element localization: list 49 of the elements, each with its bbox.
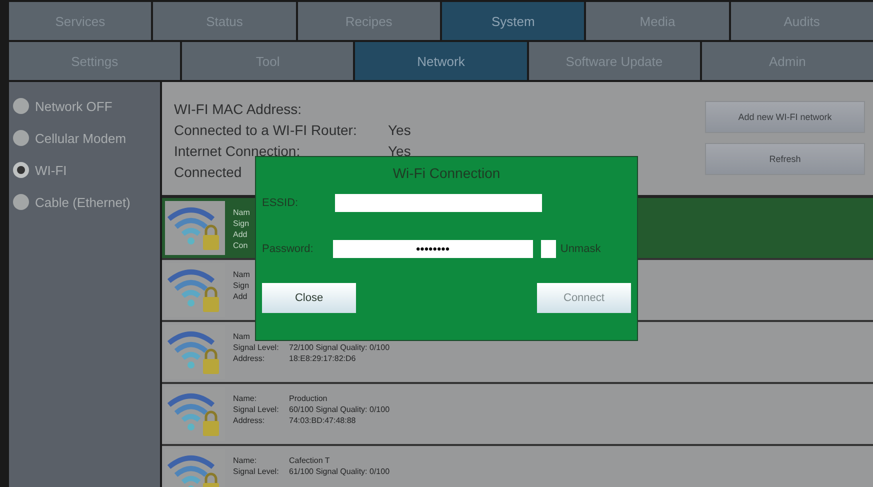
network-field-label: Address: — [233, 354, 266, 363]
network-field-label: Nam — [233, 270, 250, 279]
network-field-label: Sign — [233, 281, 250, 290]
network-field-value: 74:03:BD:47:48:88 — [289, 416, 356, 425]
network-field-label: Nam — [233, 208, 250, 217]
unmask-checkbox[interactable] — [540, 240, 556, 258]
info-label: Internet Connection: — [174, 142, 302, 158]
network-field-label: Add — [233, 230, 248, 239]
network-field-label: Signal Level: — [233, 343, 280, 352]
info-label: WI-FI MAC Address: — [174, 100, 303, 116]
network-field-label: Signal Level: — [233, 467, 280, 476]
network-field-label: Signal Level: — [233, 405, 280, 414]
info-value: Yes — [388, 142, 411, 158]
radio-button[interactable] — [13, 130, 29, 146]
main-tab[interactable]: System — [442, 2, 584, 40]
network-field-value: Cafection T — [289, 456, 330, 465]
network-field-value: Production — [289, 394, 328, 403]
network-field-label: Sign — [233, 219, 250, 228]
radio-label: Cable (Ethernet) — [35, 194, 130, 210]
network-field-value: 61/100 Signal Quality: 0/100 — [289, 467, 390, 476]
network-field-value: 72/100 Signal Quality: 0/100 — [289, 343, 390, 352]
network-field-label: Name: — [233, 394, 258, 403]
checkbox-label: Unmask — [560, 243, 602, 255]
field-label: ESSID: — [262, 197, 300, 209]
radio-button[interactable] — [13, 162, 29, 178]
radio-label: Cellular Modem — [35, 130, 126, 146]
network-field-label: Address: — [233, 416, 266, 425]
essid-field[interactable] — [335, 194, 542, 212]
info-label: Connected — [174, 164, 243, 180]
network-field-label: Add — [233, 292, 248, 301]
radio-label: Network OFF — [35, 98, 112, 114]
network-field-value: 60/100 Signal Quality: 0/100 — [289, 405, 390, 414]
radio-button[interactable] — [13, 194, 29, 210]
action-button[interactable]: Refresh — [705, 143, 865, 175]
info-label: Connected to a WI-FI Router: — [174, 122, 358, 138]
radio-label: WI-FI — [35, 162, 67, 178]
field-label: Password: — [262, 243, 314, 255]
close-button[interactable]: Close — [262, 283, 356, 313]
network-field-label: Con — [233, 241, 248, 250]
dialog-title: Wi-Fi Connection — [392, 165, 502, 183]
wifi-lock-icon — [165, 201, 225, 255]
sub-tab[interactable]: Network — [355, 42, 527, 80]
password-field[interactable]: •••••••• — [332, 240, 533, 258]
info-value: Yes — [388, 122, 411, 138]
radio-button[interactable] — [13, 98, 29, 114]
action-button[interactable]: Add new WI-FI network — [705, 101, 865, 133]
network-field-label: Nam — [233, 332, 250, 341]
network-field-label: Name: — [233, 456, 258, 465]
network-field-value: 18:E8:29:17:82:D6 — [289, 354, 356, 363]
